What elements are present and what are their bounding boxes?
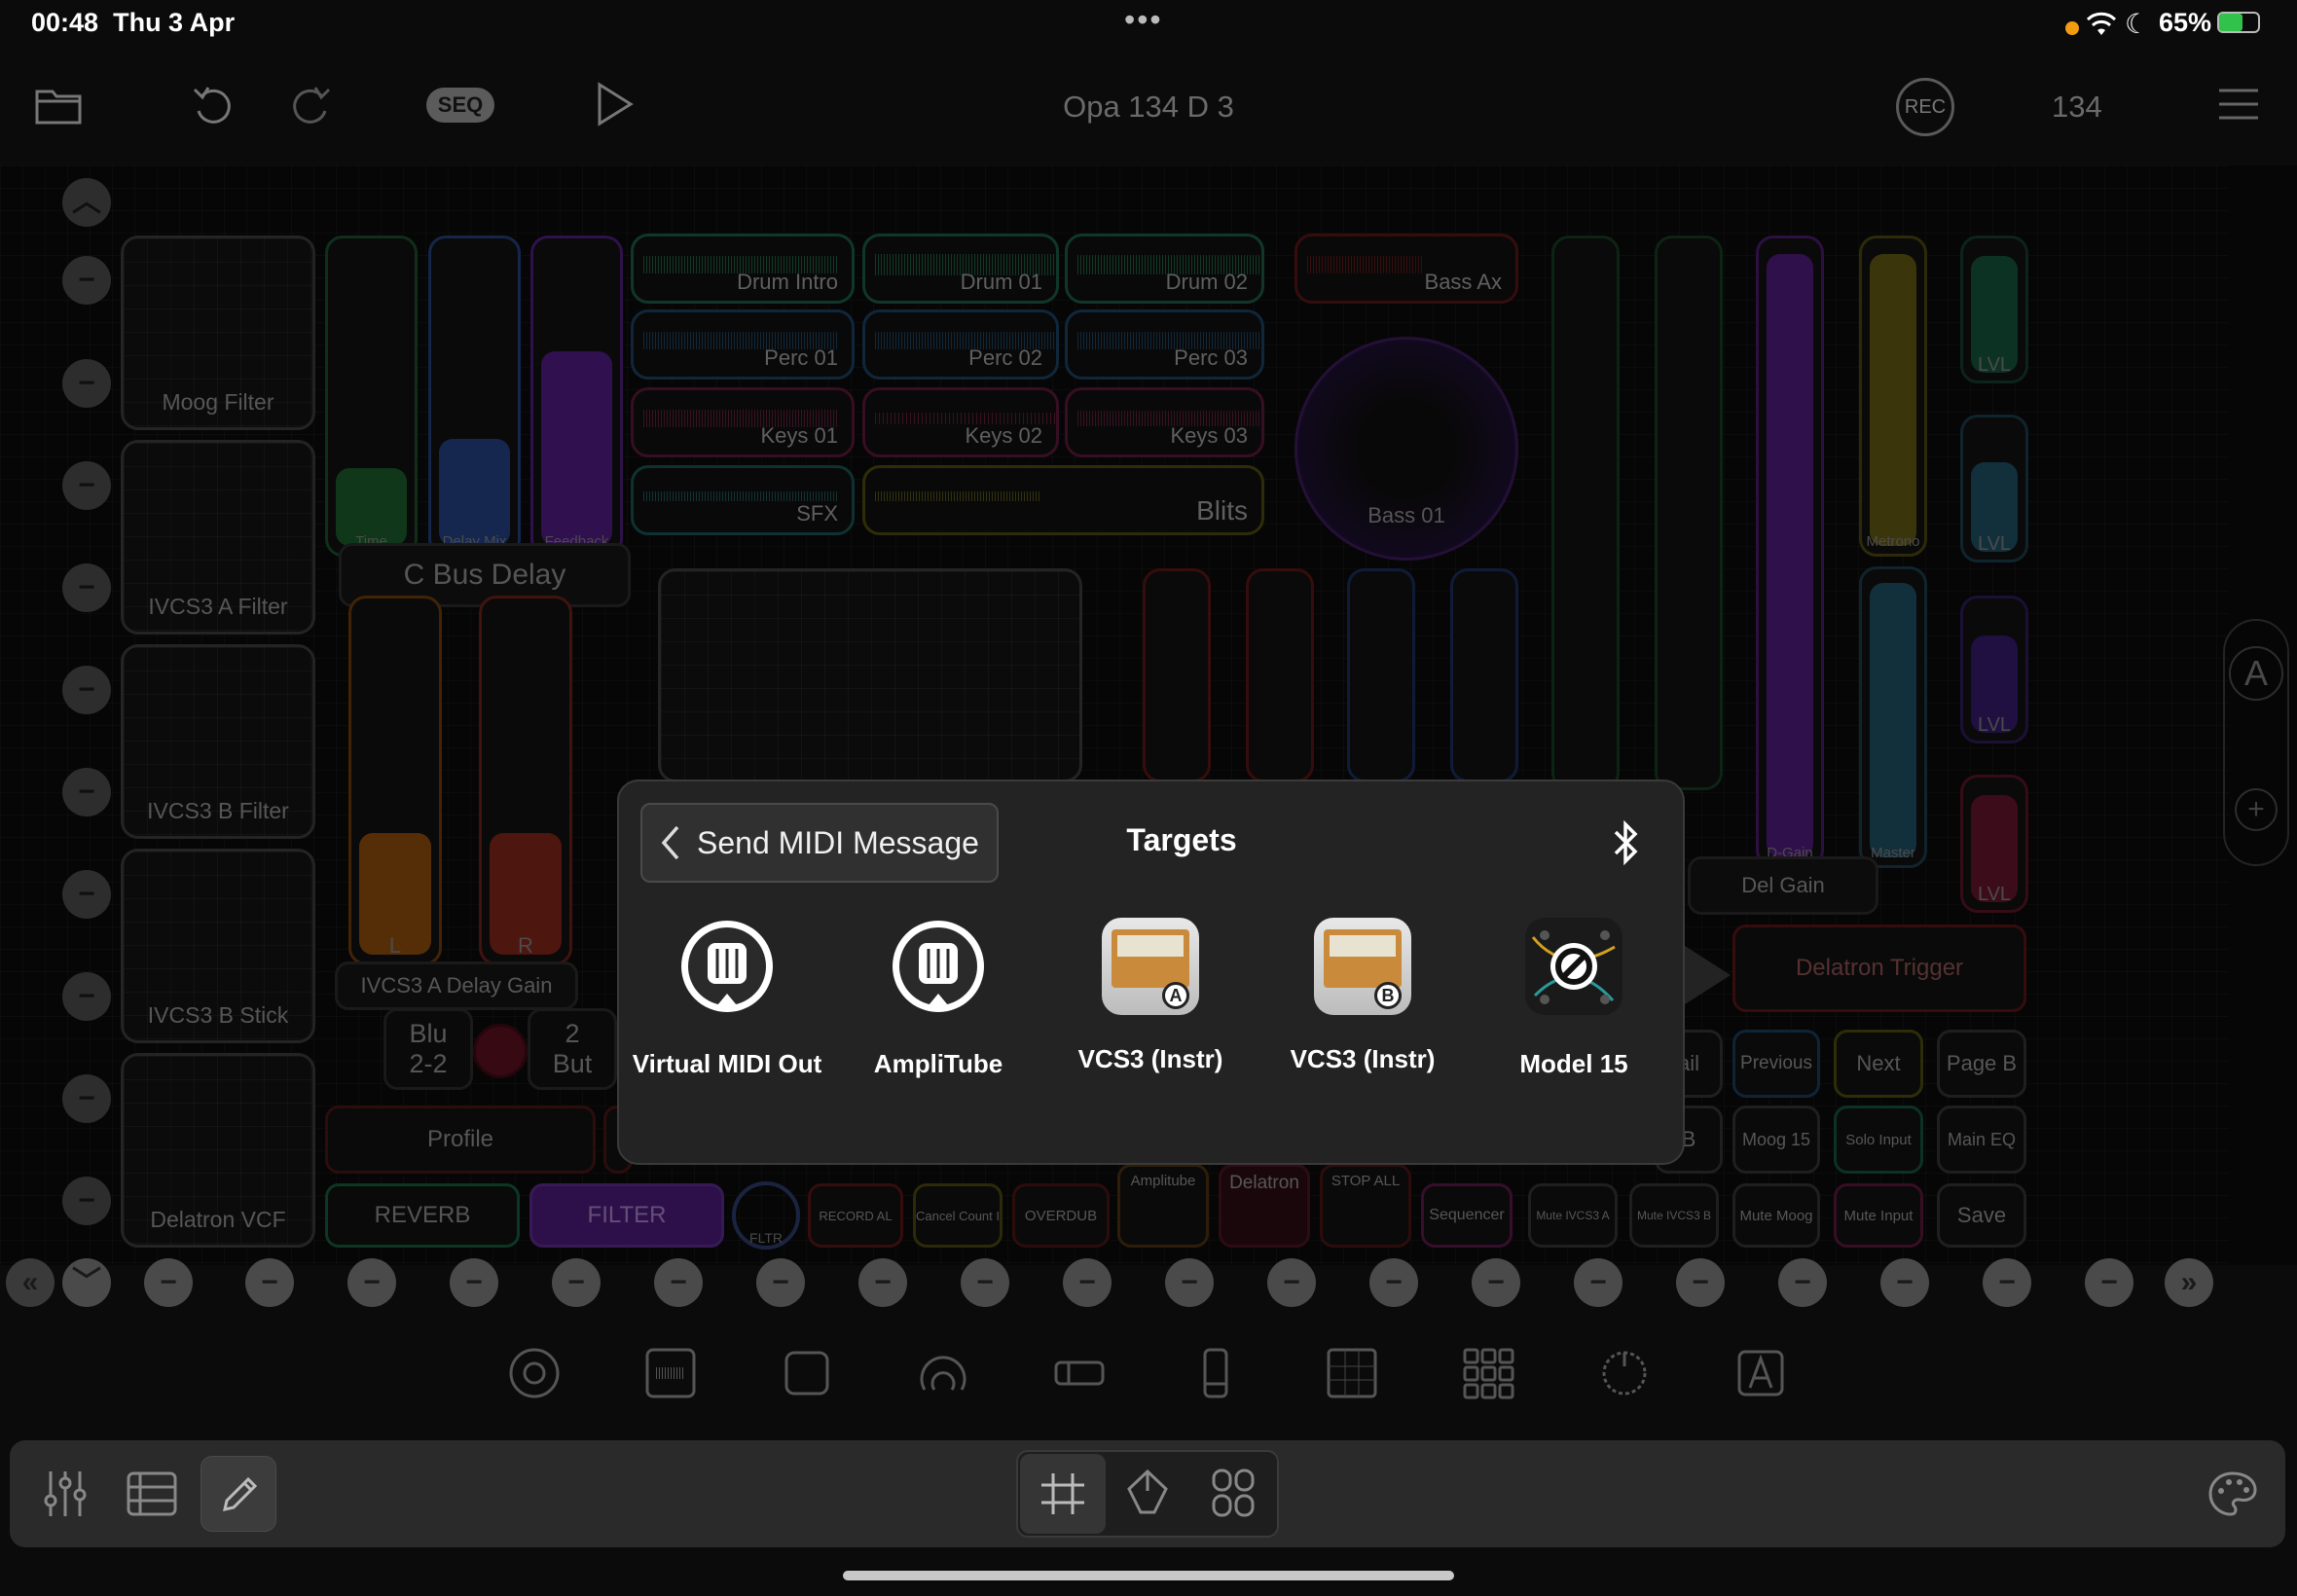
col-minus-button[interactable]: − — [961, 1258, 1009, 1307]
clock: 00:48 Thu 3 Apr — [31, 8, 236, 37]
targets-popover: Send MIDI Message Targets Virtual MIDI O… — [617, 780, 1685, 1165]
scroll-left-icon[interactable]: « — [6, 1258, 55, 1307]
col-minus-button[interactable]: − — [144, 1258, 193, 1307]
dial-widget-icon[interactable] — [917, 1347, 969, 1399]
model15-modular-icon — [1525, 918, 1622, 1015]
col-minus-button[interactable]: − — [756, 1258, 805, 1307]
grid-widget-icon[interactable] — [1462, 1347, 1514, 1399]
text-widget-icon[interactable] — [1734, 1347, 1787, 1399]
vslider-widget-icon[interactable] — [1189, 1347, 1242, 1399]
tempo-display[interactable]: 134 — [2052, 90, 2102, 125]
home-indicator[interactable] — [843, 1571, 1454, 1580]
vcs3-synth-a-icon: A — [1102, 918, 1199, 1015]
col-minus-button[interactable]: − — [1778, 1258, 1827, 1307]
col-minus-button[interactable]: − — [654, 1258, 703, 1307]
privacy-indicator-icon — [2065, 21, 2079, 35]
chevron-left-icon — [661, 825, 679, 860]
target-vcs3-b[interactable]: B VCS3 (Instr) — [1265, 918, 1460, 1074]
col-minus-button[interactable]: − — [2085, 1258, 2133, 1307]
popover-arrow — [1682, 944, 1731, 1006]
scroll-right-icon[interactable]: » — [2165, 1258, 2213, 1307]
battery-percent: 65% — [2159, 8, 2212, 37]
sample-widget-icon[interactable] — [644, 1347, 697, 1399]
menu-icon[interactable] — [2219, 88, 2258, 121]
knob-widget-icon[interactable] — [508, 1347, 561, 1399]
undo-icon[interactable] — [191, 82, 236, 127]
bluetooth-icon[interactable] — [1612, 818, 1639, 867]
col-minus-button[interactable]: − — [1267, 1258, 1316, 1307]
hslider-widget-icon[interactable] — [1053, 1347, 1106, 1399]
col-minus-button[interactable]: − — [1472, 1258, 1520, 1307]
col-minus-button[interactable]: − — [245, 1258, 294, 1307]
col-minus-button[interactable]: − — [1369, 1258, 1418, 1307]
grid-hash-icon — [1041, 1473, 1084, 1514]
wifi-icon — [2087, 12, 2116, 35]
col-minus-button[interactable]: − — [858, 1258, 907, 1307]
target-vcs3-a[interactable]: A VCS3 (Instr) — [1053, 918, 1248, 1074]
battery-icon — [2217, 12, 2260, 33]
target-amplitube[interactable]: AmpliTube — [841, 918, 1036, 1079]
redo-icon[interactable] — [288, 82, 333, 127]
col-minus-button[interactable]: − — [347, 1258, 396, 1307]
edit-mode-button[interactable] — [201, 1456, 276, 1532]
target-virtual-midi-out[interactable]: Virtual MIDI Out — [630, 918, 824, 1079]
mixer-icon[interactable] — [43, 1468, 88, 1520]
col-minus-button[interactable]: − — [1983, 1258, 2031, 1307]
record-button[interactable]: REC — [1896, 78, 1954, 136]
col-minus-button[interactable]: − — [1574, 1258, 1622, 1307]
back-button-label: Send MIDI Message — [697, 824, 979, 860]
col-minus-button[interactable]: − — [552, 1258, 601, 1307]
xy-widget-icon[interactable] — [1326, 1347, 1378, 1399]
back-button[interactable]: Send MIDI Message — [640, 803, 999, 883]
midi-port-icon — [681, 921, 773, 1012]
moon-icon: ☾ — [2125, 9, 2150, 39]
col-minus-button[interactable]: − — [450, 1258, 498, 1307]
pad-widget-icon[interactable] — [781, 1347, 833, 1399]
list-icon[interactable] — [127, 1471, 177, 1516]
project-title[interactable]: Opa 134 D 3 — [954, 90, 1343, 125]
seq-button[interactable]: SEQ — [426, 88, 494, 123]
pencil-icon — [223, 1476, 258, 1511]
col-minus-button[interactable]: − — [1880, 1258, 1929, 1307]
col-minus-button[interactable]: − — [1063, 1258, 1112, 1307]
vcs3-synth-b-icon: B — [1314, 918, 1411, 1015]
rotary-widget-icon[interactable] — [1598, 1347, 1651, 1399]
target-model-15[interactable]: Model 15 — [1477, 918, 1671, 1079]
col-minus-button[interactable]: − — [1165, 1258, 1214, 1307]
midi-port-icon — [893, 921, 984, 1012]
palette-icon[interactable] — [2207, 1469, 2258, 1518]
collapse-down-icon[interactable]: ﹀ — [62, 1258, 111, 1307]
folder-icon[interactable] — [35, 86, 82, 125]
grid-mode-button[interactable] — [1020, 1454, 1106, 1534]
pads-mode-icon[interactable] — [1211, 1468, 1256, 1518]
multitasking-dots[interactable]: ••• — [1124, 2, 1163, 38]
col-minus-button[interactable]: − — [1676, 1258, 1725, 1307]
popover-title: Targets — [1126, 822, 1237, 857]
shape-mode-icon[interactable] — [1125, 1468, 1170, 1518]
play-icon[interactable] — [596, 82, 635, 127]
